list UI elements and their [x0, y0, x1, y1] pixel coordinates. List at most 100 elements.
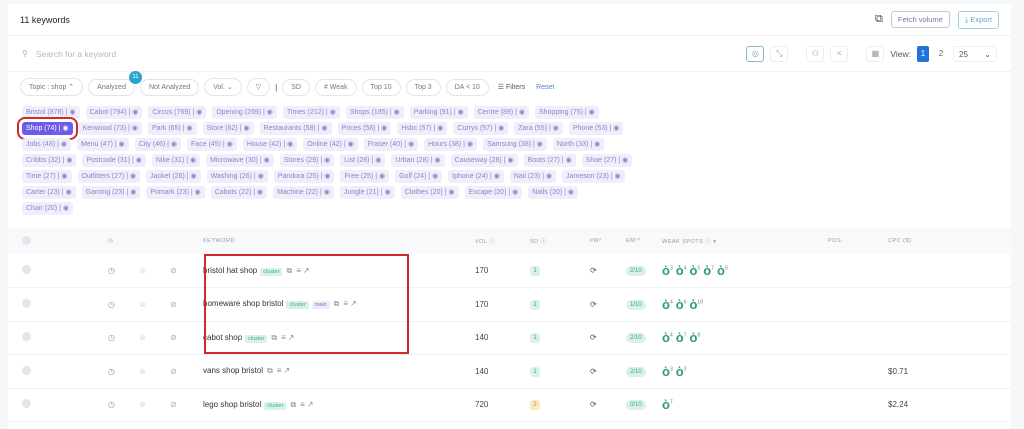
share-icon[interactable]: <: [830, 45, 849, 62]
row-checkbox[interactable]: [22, 365, 31, 375]
eye-icon[interactable]: ◉: [66, 189, 72, 196]
topic-tag[interactable]: Parking (91) | ◉: [409, 106, 468, 119]
eye-icon[interactable]: ◉: [568, 189, 574, 196]
eye-icon[interactable]: ◉: [119, 141, 125, 148]
topic-tag[interactable]: Cribbs (32) | ◉: [22, 154, 77, 167]
eye-icon[interactable]: ◉: [537, 141, 543, 148]
topic-tag[interactable]: Shoe (27) | ◉: [581, 154, 633, 167]
topic-tag[interactable]: Escape (20) | ◉: [464, 186, 523, 199]
topic-tag[interactable]: Pandora (25) | ◉: [273, 170, 335, 183]
eye-icon[interactable]: ◉: [258, 173, 264, 180]
row-checkbox[interactable]: [22, 332, 31, 342]
topic-tag[interactable]: Fraser (40) | ◉: [363, 138, 419, 151]
top10-filter[interactable]: Top 10: [361, 78, 401, 96]
external-link-icon[interactable]: ↗: [307, 400, 314, 409]
hide-icon[interactable]: ⊘: [170, 300, 177, 309]
table-row[interactable]: ◷ ☆ ⊘ vans shop bristol ⧉ ≡ ↗ 140 1 ⟳ 2/10 ὸ3…: [8, 354, 1011, 389]
eye-icon[interactable]: ◉: [566, 157, 572, 164]
hide-icon[interactable]: ⊘: [170, 400, 177, 409]
topic-tag[interactable]: Postcode (31) | ◉: [82, 154, 146, 167]
list-icon[interactable]: ≡: [343, 299, 348, 308]
col-pos[interactable]: POS.: [828, 228, 888, 254]
external-link-icon[interactable]: ↗: [350, 299, 357, 308]
eye-icon[interactable]: ◉: [324, 189, 330, 196]
table-row[interactable]: ◷ ☆ ⊘ homeware shop bristol cluster main ⧉ ≡ ↗ …: [8, 287, 1011, 322]
topic-tag[interactable]: Free (25) | ◉: [340, 170, 390, 183]
eye-icon[interactable]: ◉: [287, 141, 293, 148]
vol-filter[interactable]: Vol. ⌄: [204, 78, 242, 96]
hide-icon[interactable]: ⊘: [170, 367, 177, 376]
topic-tag[interactable]: Samsung (38) | ◉: [483, 138, 547, 151]
eye-icon[interactable]: ◉: [615, 173, 621, 180]
topic-tag[interactable]: Causeway (28) | ◉: [450, 154, 518, 167]
topic-tag[interactable]: Washing (26) | ◉: [206, 170, 268, 183]
col-weak-spots[interactable]: WEAK SPOTS ⓘ ▾: [662, 228, 828, 254]
star-icon[interactable]: ☆: [139, 333, 146, 342]
topic-tag[interactable]: Nike (31) | ◉: [151, 154, 201, 167]
refresh-icon[interactable]: ⟳: [590, 266, 597, 275]
topic-tag[interactable]: Bristol (878) | ◉: [22, 106, 80, 119]
funnel-icon[interactable]: ▽: [246, 78, 271, 96]
eye-icon[interactable]: ◉: [348, 141, 354, 148]
eye-icon[interactable]: ◉: [494, 173, 500, 180]
topic-tag[interactable]: Urban (28) | ◉: [391, 154, 445, 167]
keyword-text[interactable]: bristol hat shop: [203, 266, 257, 275]
eye-icon[interactable]: ◉: [437, 125, 443, 132]
search-input[interactable]: Search for a keyword: [36, 49, 116, 59]
topic-tag[interactable]: Times (212) | ◉: [282, 106, 340, 119]
topic-tag[interactable]: Hours (38) | ◉: [424, 138, 478, 151]
weak-spot-icon[interactable]: ὸ4: [676, 263, 687, 278]
eye-icon[interactable]: ◉: [375, 157, 381, 164]
weak-spot-icon[interactable]: ὸ6: [676, 297, 687, 312]
export-button[interactable]: ⤓ Export: [957, 10, 999, 29]
external-link-icon[interactable]: ↗: [283, 366, 290, 375]
eye-icon[interactable]: ◉: [66, 157, 72, 164]
topic-tag[interactable]: Clothes (20) | ◉: [400, 186, 459, 199]
topic-tag[interactable]: Time (27) | ◉: [22, 170, 72, 183]
topic-tag[interactable]: Zara (55) | ◉: [514, 122, 563, 135]
topic-tag[interactable]: City (46) | ◉: [134, 138, 182, 151]
weak-spot-icon[interactable]: ὸ9: [717, 263, 728, 278]
eye-icon[interactable]: ◉: [187, 125, 193, 132]
star-icon[interactable]: ☆: [139, 367, 146, 376]
weak-spot-icon[interactable]: ὸ8: [689, 330, 700, 345]
topic-tag[interactable]: Phone (53) | ◉: [568, 122, 624, 135]
topic-tag[interactable]: Currys (57) | ◉: [453, 122, 509, 135]
topic-tag[interactable]: Microwave (30) | ◉: [206, 154, 274, 167]
weak-spot-icon[interactable]: ὸ3: [662, 364, 673, 379]
topic-tag[interactable]: Online (42) | ◉: [303, 138, 358, 151]
weak-spot-icon[interactable]: ὸ7: [703, 263, 714, 278]
refresh-icon[interactable]: ⟳: [590, 300, 597, 309]
eye-icon[interactable]: ◉: [243, 125, 249, 132]
eye-icon[interactable]: ◉: [227, 141, 233, 148]
topic-tag[interactable]: Park (65) | ◉: [148, 122, 197, 135]
star-icon[interactable]: ☆: [139, 400, 146, 409]
eye-icon[interactable]: ◉: [62, 125, 68, 132]
eye-icon[interactable]: ◉: [394, 109, 400, 116]
weak-spot-icon[interactable]: ὸ7: [662, 397, 673, 412]
eye-icon[interactable]: ◉: [171, 141, 177, 148]
topic-tag[interactable]: Boots (27) | ◉: [523, 154, 576, 167]
refresh-icon[interactable]: ⟳: [590, 400, 597, 409]
keyword-text[interactable]: cabot shop: [203, 333, 242, 342]
external-link-icon[interactable]: ↗: [303, 266, 310, 275]
copy-icon[interactable]: ⧉: [290, 400, 296, 409]
list-icon[interactable]: ≡: [281, 333, 286, 342]
topic-tag[interactable]: Cabots (22) | ◉: [210, 186, 268, 199]
eye-icon[interactable]: ◉: [519, 109, 525, 116]
weak-spot-icon[interactable]: ὸ3: [662, 263, 673, 278]
weak-filter[interactable]: # Weak: [314, 78, 357, 96]
topic-tag[interactable]: Outfitters (27) | ◉: [77, 170, 141, 183]
fetch-volume-button[interactable]: Fetch volume: [890, 11, 950, 28]
col-em[interactable]: EM¹⁰: [626, 228, 662, 254]
col-keyword[interactable]: KEYWORD: [203, 228, 475, 254]
topic-tag[interactable]: Golf (24) | ◉: [395, 170, 443, 183]
col-sd[interactable]: SD ⓘ: [530, 228, 590, 254]
topic-tag[interactable]: Menu (47) | ◉: [77, 138, 129, 151]
topic-tag[interactable]: Store (62) | ◉: [202, 122, 254, 135]
history-icon[interactable]: ◷: [108, 367, 115, 376]
hide-icon[interactable]: ⊘: [170, 333, 177, 342]
sd-filter[interactable]: SD: [282, 78, 310, 96]
refresh-icon[interactable]: ⟳: [590, 333, 597, 342]
location-icon[interactable]: ◎: [746, 45, 765, 62]
